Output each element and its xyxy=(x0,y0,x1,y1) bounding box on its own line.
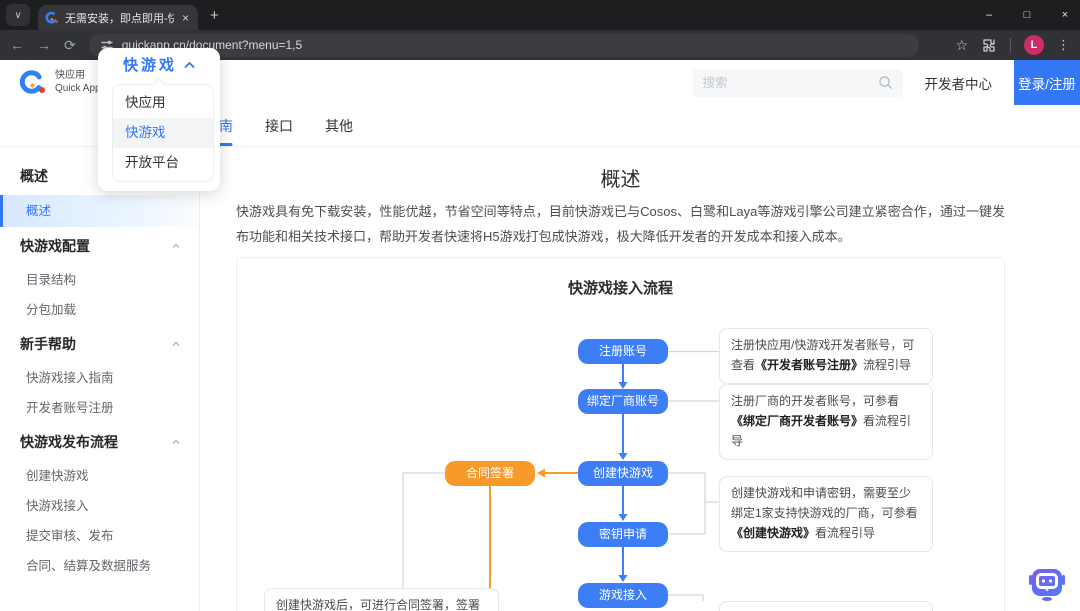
flow-node-game-access[interactable]: 游戏接入 xyxy=(578,583,668,609)
sidebar-item-directory[interactable]: 目录结构 xyxy=(0,265,199,295)
flowchart: 快游戏接入流程 注册账号 绑定厂商账号 创建快游戏 密钥申请 游戏接入 合同签署… xyxy=(236,257,1005,611)
flow-note-bind: 注册厂商的开发者账号，可参看《绑定厂商开发者账号》看流程引导 xyxy=(719,384,933,460)
minimize-button[interactable]: – xyxy=(982,9,996,21)
bookmark-star-icon[interactable]: ☆ xyxy=(955,37,968,54)
tab-api[interactable]: 接口 xyxy=(265,105,293,146)
dropdown-item-quickgame[interactable]: 快游戏 xyxy=(113,118,213,148)
tab-title: 无需安装，即点即用-快应用联 xyxy=(65,12,174,25)
dropdown-item-quickapp[interactable]: 快应用 xyxy=(113,88,213,118)
sidebar-item-game-access[interactable]: 快游戏接入 xyxy=(0,491,199,521)
sidebar-item-contract-settle[interactable]: 合同、结算及数据服务 xyxy=(0,551,199,581)
flow-note-contract: 创建快游戏后，可进行合同签署，签署后才能进行收益结算 xyxy=(264,588,499,611)
intro-paragraph: 快游戏具有免下载安装，性能优越，节省空间等特点，目前快游戏已与Cosos、白鹭和… xyxy=(236,204,1005,244)
category-dropdown-menu: 快应用 快游戏 开放平台 xyxy=(112,78,214,182)
browser-menu-icon[interactable]: ⋮ xyxy=(1057,37,1070,53)
maximize-button[interactable]: □ xyxy=(1020,9,1034,21)
quickapp-logo[interactable]: 快应用 Quick App xyxy=(0,68,101,98)
flow-node-create-game[interactable]: 创建快游戏 xyxy=(578,461,668,487)
search-box[interactable] xyxy=(692,68,903,97)
flowchart-title: 快游戏接入流程 xyxy=(567,280,673,298)
sidebar-item-submit-review[interactable]: 提交审核、发布 xyxy=(0,521,199,551)
sidebar-section-config[interactable]: 快游戏配置 xyxy=(0,227,199,265)
sidebar-item-subpackage[interactable]: 分包加载 xyxy=(0,295,199,325)
chatbot-icon[interactable] xyxy=(1027,568,1067,604)
tab-close-icon[interactable]: × xyxy=(180,11,191,25)
forward-button[interactable]: → xyxy=(37,37,51,53)
sidebar-item-create-game[interactable]: 创建快游戏 xyxy=(0,461,199,491)
chevron-down-icon: ∨ xyxy=(14,9,22,21)
flow-node-secret-apply[interactable]: 密钥申请 xyxy=(578,522,668,548)
back-button[interactable]: ← xyxy=(10,37,24,53)
main-content: 概述 快游戏具有免下载安装，性能优越，节省空间等特点，目前快游戏已与Cosos、… xyxy=(200,147,1080,611)
close-button[interactable]: × xyxy=(1058,9,1072,21)
sidebar-item-overview[interactable]: 概述 xyxy=(0,195,199,227)
tab-other[interactable]: 其他 xyxy=(325,105,353,146)
login-register-button[interactable]: 登录/注册 xyxy=(1014,60,1080,105)
favicon-quickapp-icon xyxy=(45,11,58,23)
dropdown-item-open-platform[interactable]: 开放平台 xyxy=(113,148,213,178)
search-input[interactable] xyxy=(702,75,878,90)
flow-note-access xyxy=(719,601,933,611)
toolbar-divider xyxy=(1010,37,1011,53)
page-title: 概述 xyxy=(600,169,641,191)
flow-node-register[interactable]: 注册账号 xyxy=(578,339,668,365)
developer-center-link[interactable]: 开发者中心 xyxy=(925,73,993,93)
sidebar-section-publish-flow[interactable]: 快游戏发布流程 xyxy=(0,423,199,461)
chevron-up-icon xyxy=(172,243,180,248)
flow-note-register: 注册快应用/快游戏开发者账号，可查看《开发者账号注册》流程引导 xyxy=(719,328,933,384)
chevron-up-icon xyxy=(172,439,180,444)
browser-titlebar: ∨ 无需安装，即点即用-快应用联 × + – □ × xyxy=(0,0,1080,30)
sidebar-section-newbie[interactable]: 新手帮助 xyxy=(0,325,199,363)
profile-avatar[interactable]: L xyxy=(1024,35,1044,55)
browser-window: ∨ 无需安装，即点即用-快应用联 × + – □ × ← → ⟳ xyxy=(0,0,1080,611)
category-dropdown-trigger[interactable]: 快游戏 xyxy=(98,48,220,81)
new-tab-button[interactable]: + xyxy=(210,7,219,24)
sidebar-item-account-register[interactable]: 开发者账号注册 xyxy=(0,393,199,423)
quickapp-logo-text: 快应用 Quick App xyxy=(55,70,101,94)
category-dropdown: 快游戏 快应用 快游戏 开放平台 xyxy=(98,48,220,191)
search-icon[interactable] xyxy=(878,75,893,90)
extensions-puzzle-icon[interactable] xyxy=(981,37,997,53)
flow-note-create: 创建快游戏和申请密钥，需要至少绑定1家支持快游戏的厂商，可参看《创建快游戏》看流… xyxy=(719,476,933,552)
flow-node-contract-sign[interactable]: 合同签署 xyxy=(445,461,535,487)
tab-search-button[interactable]: ∨ xyxy=(6,4,30,26)
sidebar: 概述 概述 快游戏配置 目录结构 分包加载 新手帮助 快游戏接入指南 开发者账号… xyxy=(0,147,200,611)
chevron-up-icon xyxy=(172,341,180,346)
browser-tab[interactable]: 无需安装，即点即用-快应用联 × xyxy=(38,5,198,30)
flow-node-bind-vendor[interactable]: 绑定厂商账号 xyxy=(578,389,668,415)
sidebar-item-access-guide[interactable]: 快游戏接入指南 xyxy=(0,363,199,393)
reload-button[interactable]: ⟳ xyxy=(64,37,76,54)
quickapp-logo-icon xyxy=(19,69,45,94)
chevron-up-icon xyxy=(184,61,195,68)
